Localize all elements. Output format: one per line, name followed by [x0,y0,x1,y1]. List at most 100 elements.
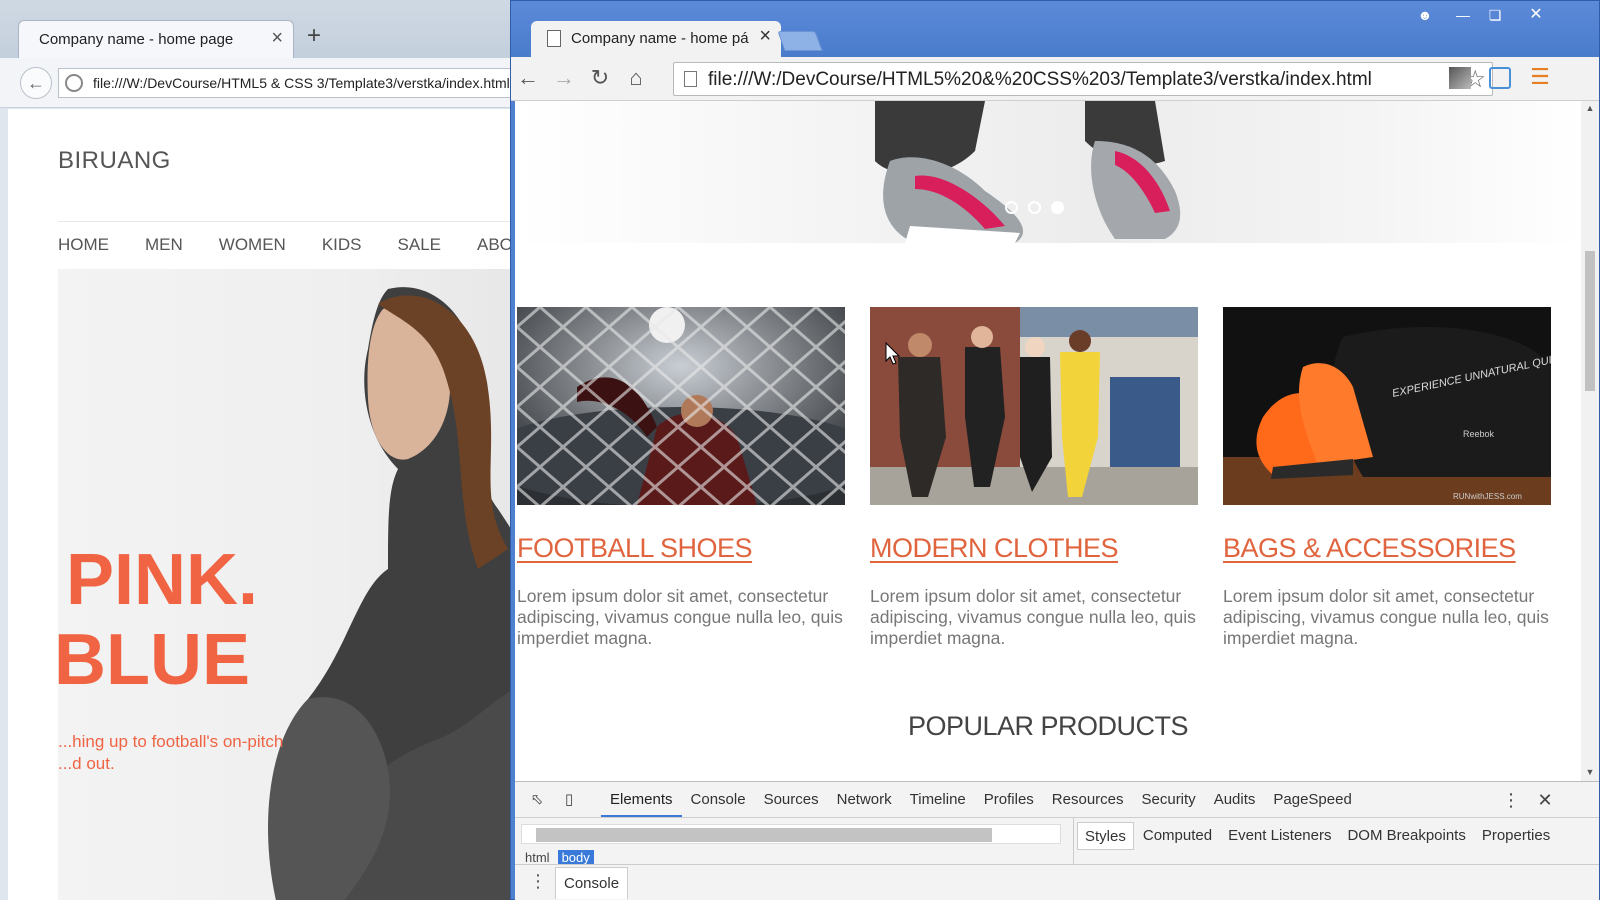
background-url-text: file:///W:/DevCourse/HTML5 & CSS 3/Templ… [93,75,510,91]
document-icon [547,30,561,47]
card-title-football[interactable]: FOOTBALL SHOES [517,533,845,564]
bags-image[interactable]: EXPERIENCE UNNATURAL QUICKNESS Reebok RU… [1223,307,1551,505]
more-options-icon[interactable]: ⋮ [1501,790,1521,810]
drawer-console-tab[interactable]: Console [555,867,629,899]
minimize-icon[interactable]: — [1447,5,1479,27]
hero-model-image [268,287,520,900]
hamburger-menu-icon[interactable]: ☰ [1529,66,1551,89]
side-tab-event-listeners[interactable]: Event Listeners [1221,822,1338,850]
arrow-right-icon[interactable]: → [551,65,577,91]
hero-headline-1: PINK. [66,540,259,620]
hero-subtext: ...hing up to football's on-pitch ...d o… [58,731,283,775]
nav-home[interactable]: HOME [58,235,109,255]
address-bar[interactable]: file:///W:/DevCourse/HTML5%20&%20CSS%203… [673,62,1493,96]
page-viewport: FOOTBALL SHOES Lorem ipsum dolor sit ame… [515,101,1581,781]
mouse-cursor-icon [885,342,901,365]
category-card-clothes: MODERN CLOTHES Lorem ipsum dolor sit ame… [870,307,1198,649]
elements-hscroll-thumb[interactable] [536,828,992,842]
active-tab-title: Company name - home pá [571,30,749,47]
side-tab-computed[interactable]: Computed [1136,822,1219,850]
devtools-panel: ⬁ ▯ Elements Console Sources Network Tim… [515,781,1599,900]
folder-icon[interactable] [1489,67,1511,89]
image-watermark: RUNwithJESS.com [1453,492,1522,501]
tab-console[interactable]: Console [682,782,755,817]
tab-sources[interactable]: Sources [755,782,828,817]
active-tab[interactable]: Company name - home pá × [531,21,781,57]
side-tab-dom-breakpoints[interactable]: DOM Breakpoints [1340,822,1472,850]
title-bar: Company name - home pá × ☻ — ❏ ✕ [511,1,1599,57]
site-nav: HOME MEN WOMEN KIDS SALE ABOUT [58,235,520,255]
home-icon[interactable]: ⌂ [623,65,649,91]
panel-splitter[interactable] [1073,818,1074,864]
category-card-football: FOOTBALL SHOES Lorem ipsum dolor sit ame… [517,307,845,649]
tab-profiles[interactable]: Profiles [975,782,1043,817]
tab-audits[interactable]: Audits [1205,782,1265,817]
background-nav-bar: ← file:///W:/DevCourse/HTML5 & CSS 3/Tem… [0,58,528,108]
tab-network[interactable]: Network [828,782,901,817]
card-text-bags: Lorem ipsum dolor sit amet, consectetur … [1223,586,1549,648]
football-image[interactable] [517,307,845,505]
close-icon[interactable]: × [271,27,283,50]
scroll-up-icon[interactable]: ▲ [1585,103,1595,113]
nav-kids[interactable]: KIDS [322,235,362,255]
background-browser-window: Company name - home page × + ← file:///W… [0,0,528,900]
side-tab-properties[interactable]: Properties [1475,822,1557,850]
devtools-toolbar: ⬁ ▯ Elements Console Sources Network Tim… [515,782,1599,818]
tab-timeline[interactable]: Timeline [901,782,975,817]
tab-pagespeed[interactable]: PageSpeed [1264,782,1360,817]
scroll-thumb[interactable] [1585,251,1595,391]
card-text-clothes: Lorem ipsum dolor sit amet, consectetur … [870,586,1196,648]
drawer-menu-icon[interactable]: ⋮ [529,871,547,892]
background-tab[interactable]: Company name - home page × [18,20,294,58]
hero-headline-2: BLUE [58,620,250,700]
inspect-element-icon[interactable]: ⬁ [527,790,547,810]
browser-toolbar: ← → ↻ ⌂ file:///W:/DevCourse/HTML5%20&%2… [511,57,1599,101]
arrow-left-icon[interactable]: ← [515,65,541,91]
sneakers-image [875,101,1181,243]
slider-dot-3[interactable] [1051,201,1064,214]
card-text-football: Lorem ipsum dolor sit amet, consectetur … [517,586,843,648]
nav-men[interactable]: MEN [145,235,183,255]
device-mode-icon[interactable]: ▯ [559,790,579,810]
popular-products-heading: POPULAR PRODUCTS [907,711,1189,741]
maximize-icon[interactable]: ❏ [1479,5,1511,27]
extension-icon[interactable] [1449,67,1471,89]
bag-brand: Reebok [1463,429,1495,439]
tab-resources[interactable]: Resources [1043,782,1133,817]
slider-dots [1005,201,1064,214]
elements-hscrollbar[interactable] [521,824,1061,844]
tab-elements[interactable]: Elements [601,782,682,817]
page-icon [684,71,697,87]
close-icon[interactable]: × [759,25,771,48]
foreground-browser-window: Company name - home pá × ☻ — ❏ ✕ ← → ↻ ⌂… [510,0,1600,900]
side-tab-styles[interactable]: Styles [1077,822,1134,850]
tab-security[interactable]: Security [1133,782,1205,817]
hero-subtext-line-1: ...hing up to football's on-pitch [58,732,284,751]
nav-women[interactable]: WOMEN [219,235,286,255]
close-devtools-icon[interactable]: ✕ [1535,790,1555,810]
plus-icon[interactable]: + [302,22,326,50]
clothes-image[interactable] [870,307,1198,505]
background-page: BIRUANG HOME MEN WOMEN KIDS SALE ABOUT P… [8,109,520,900]
slider-dot-1[interactable] [1005,201,1018,214]
devtools-drawer: ⋮ Console [515,864,1599,900]
globe-icon [65,74,83,92]
user-icon[interactable]: ☻ [1409,5,1441,27]
card-title-clothes[interactable]: MODERN CLOTHES [870,533,1198,564]
window-close-icon[interactable]: ✕ [1513,5,1559,27]
address-bar-url: file:///W:/DevCourse/HTML5%20&%20CSS%203… [708,69,1372,90]
nav-divider [58,221,520,222]
scroll-down-icon[interactable]: ▼ [1585,767,1595,777]
styles-sidebar-tabs: Styles Computed Event Listeners DOM Brea… [1077,822,1557,850]
reload-icon[interactable]: ↻ [587,65,613,91]
slider-dot-2[interactable] [1028,201,1041,214]
nav-sale[interactable]: SALE [398,235,441,255]
hero-subtext-line-2: ...d out. [58,754,115,773]
site-logo[interactable]: BIRUANG [58,147,171,175]
background-url-bar[interactable]: file:///W:/DevCourse/HTML5 & CSS 3/Templ… [58,68,528,98]
slider-banner [515,101,1581,243]
card-title-bags[interactable]: BAGS & ACCESSORIES [1223,533,1551,564]
arrow-left-icon[interactable]: ← [20,67,52,99]
new-tab-button[interactable] [777,31,823,51]
page-scrollbar[interactable]: ▲ ▼ [1581,101,1599,781]
